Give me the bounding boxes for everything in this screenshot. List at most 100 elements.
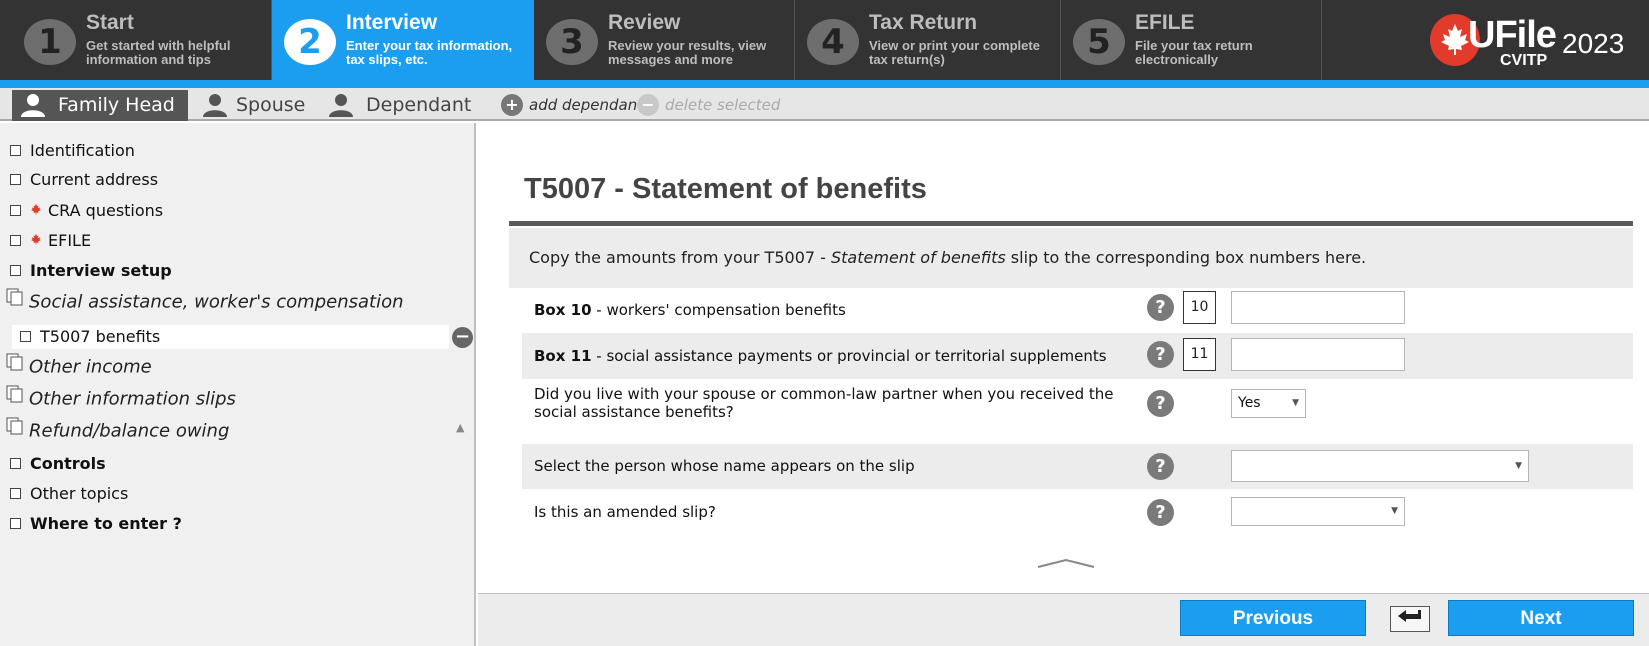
- box11-amount-input[interactable]: [1231, 338, 1405, 371]
- amended-label: Is this an amended slip?: [534, 503, 716, 521]
- step-title: Interview: [346, 11, 438, 34]
- checkbox[interactable]: [10, 205, 21, 216]
- sidebar-item-current-address[interactable]: Current address: [10, 168, 158, 192]
- help-icon[interactable]: ?: [1147, 341, 1174, 368]
- step-review[interactable]: 3 Review Review your results, view messa…: [534, 0, 795, 80]
- maple-leaf-icon: [30, 198, 42, 222]
- pages-icon: [6, 353, 23, 378]
- sidebar-section-label: Social assistance, worker's compensation: [29, 291, 404, 313]
- box10-amount-input[interactable]: [1231, 291, 1405, 324]
- box11-text: - social assistance payments or provinci…: [591, 347, 1107, 365]
- step-number: 5: [1073, 19, 1125, 65]
- intro-text: Copy the amounts from your T5007 - State…: [509, 228, 1633, 288]
- main-content: T5007 - Statement of benefits Copy the a…: [478, 123, 1649, 646]
- tab-family-head[interactable]: Family Head: [12, 90, 188, 121]
- step-efile[interactable]: 5 EFILE File your tax return electronica…: [1061, 0, 1322, 80]
- sidebar-item-label: CRA questions: [48, 201, 164, 220]
- sidebar-item-label: Interview setup: [30, 261, 172, 280]
- step-title: Tax Return: [869, 11, 978, 34]
- sidebar-item-cra-questions[interactable]: CRA questions: [10, 199, 163, 223]
- sidebar-section-refund-balance[interactable]: Refund/balance owing: [6, 417, 229, 443]
- select-person-label: Select the person whose name appears on …: [534, 457, 915, 475]
- step-start[interactable]: 1 Start Get started with helpful informa…: [0, 0, 272, 80]
- help-icon[interactable]: ?: [1147, 390, 1174, 417]
- amended-dropdown[interactable]: ▼: [1231, 497, 1405, 526]
- sidebar-section-social-assistance[interactable]: Social assistance, worker's compensation: [6, 288, 404, 314]
- step-number: 2: [284, 19, 336, 65]
- live-with-spouse-select[interactable]: Yes ▼: [1231, 389, 1306, 418]
- delete-selected-button[interactable]: − delete selected: [637, 94, 780, 116]
- step-description: File your tax return electronically: [1135, 38, 1253, 67]
- sidebar-item-label: Where to enter ?: [30, 514, 182, 533]
- chevron-down-icon: ▼: [1391, 506, 1398, 516]
- checkbox[interactable]: [10, 235, 21, 246]
- chevron-up-icon[interactable]: [1036, 558, 1096, 568]
- logo-brand: UFile: [1468, 14, 1557, 56]
- checkbox[interactable]: [10, 488, 21, 499]
- help-icon[interactable]: ?: [1147, 499, 1174, 526]
- remove-icon[interactable]: −: [452, 327, 473, 348]
- step-title: EFILE: [1135, 11, 1195, 34]
- sidebar-section-label: Other income: [29, 356, 152, 378]
- sidebar-item-label: EFILE: [48, 231, 92, 250]
- sidebar-item-where-to-enter[interactable]: Where to enter ?: [10, 512, 182, 536]
- next-button[interactable]: Next: [1448, 600, 1634, 636]
- tab-dependant[interactable]: Dependant: [320, 90, 472, 121]
- box11-label: Box 11 - social assistance payments or p…: [534, 347, 1107, 365]
- sidebar-item-label: Identification: [30, 141, 135, 160]
- step-tax-return[interactable]: 4 Tax Return View or print your complete…: [795, 0, 1061, 80]
- add-dependant-label: add dependant: [529, 96, 644, 114]
- sidebar: Identification Current address CRA quest…: [0, 123, 476, 646]
- checkbox[interactable]: [20, 331, 31, 342]
- accent-bar: [0, 80, 1649, 88]
- step-navigation-bar: 1 Start Get started with helpful informa…: [0, 0, 1649, 80]
- intro-prefix: Copy the amounts from your T5007 -: [529, 248, 831, 267]
- sidebar-section-other-income[interactable]: Other income: [6, 353, 152, 379]
- add-dependant-button[interactable]: + add dependant: [501, 94, 643, 116]
- tab-label: Dependant: [366, 94, 472, 116]
- checkbox[interactable]: [10, 174, 21, 185]
- checkbox[interactable]: [10, 145, 21, 156]
- tab-spouse[interactable]: Spouse: [194, 90, 314, 121]
- person-tabs: Family Head Spouse Dependant + add depend…: [0, 88, 1649, 121]
- ufile-logo: UFile 2023 CVITP: [1426, 10, 1641, 74]
- sidebar-item-label: Current address: [30, 170, 159, 189]
- sidebar-item-interview-setup[interactable]: Interview setup: [10, 259, 172, 283]
- person-icon: [202, 93, 228, 127]
- pages-icon: [6, 385, 23, 410]
- checkbox[interactable]: [10, 458, 21, 469]
- step-description: View or print your complete tax return(s…: [869, 38, 1040, 67]
- previous-button[interactable]: Previous: [1180, 600, 1366, 636]
- help-icon[interactable]: ?: [1147, 294, 1174, 321]
- sidebar-section-other-information-slips[interactable]: Other information slips: [6, 385, 236, 411]
- sidebar-item-other-topics[interactable]: Other topics: [10, 482, 128, 506]
- plus-icon: +: [501, 94, 523, 116]
- form-row-amended: Is this an amended slip? ? ▼: [522, 490, 1633, 534]
- help-icon[interactable]: ?: [1147, 453, 1174, 480]
- step-interview[interactable]: 2 Interview Enter your tax information, …: [272, 0, 534, 80]
- tab-label: Spouse: [236, 94, 306, 116]
- box-number: 10: [1183, 291, 1216, 324]
- select-person-dropdown[interactable]: ▼: [1231, 450, 1529, 482]
- step-description: Review your results, view messages and m…: [608, 38, 767, 67]
- step-number: 3: [546, 19, 598, 65]
- box10-label: Box 10 - workers' compensation benefits: [534, 301, 846, 319]
- checkbox[interactable]: [10, 518, 21, 529]
- form-row-select-person: Select the person whose name appears on …: [522, 444, 1633, 489]
- back-arrow-button[interactable]: [1390, 606, 1430, 632]
- sidebar-item-controls[interactable]: Controls: [10, 452, 106, 476]
- sidebar-item-t5007-benefits[interactable]: T5007 benefits: [12, 325, 449, 349]
- person-icon: [328, 93, 354, 127]
- sidebar-item-label: T5007 benefits: [40, 327, 161, 346]
- scroll-up-icon[interactable]: ▲: [456, 421, 464, 434]
- step-title: Review: [608, 11, 681, 34]
- sidebar-item-efile[interactable]: EFILE: [10, 229, 91, 253]
- checkbox[interactable]: [10, 265, 21, 276]
- sidebar-item-identification[interactable]: Identification: [10, 139, 135, 163]
- select-value: Yes: [1238, 395, 1261, 411]
- intro-suffix: slip to the corresponding box numbers he…: [1005, 248, 1367, 267]
- intro-emphasis: Statement of benefits: [831, 248, 1006, 267]
- chevron-down-icon: ▼: [1515, 461, 1522, 471]
- back-arrow-icon: [1398, 610, 1421, 622]
- form-row-box10: Box 10 - workers' compensation benefits …: [522, 285, 1633, 331]
